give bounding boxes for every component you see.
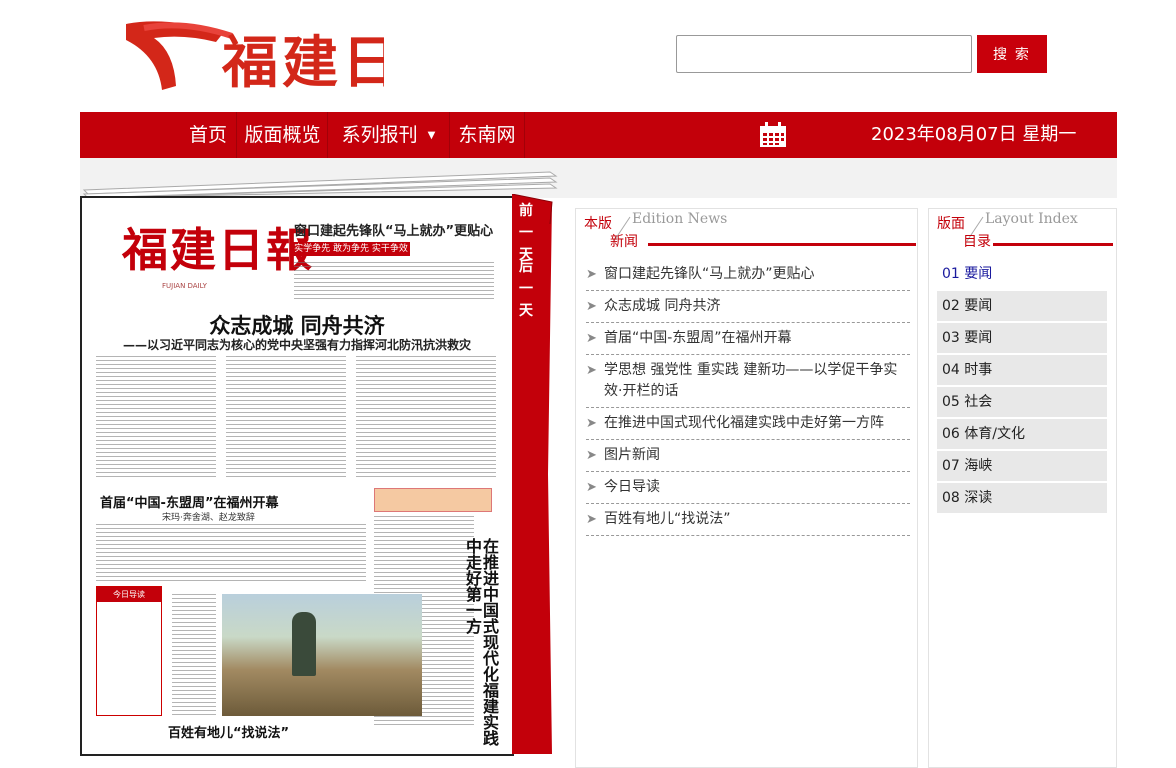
arrow-icon: ➤ <box>586 416 597 431</box>
edition-news-panel: 本版 Edition News 新闻 ➤ 窗口建起先锋队“马上就办”更贴心 ➤ 众志… <box>575 208 918 768</box>
paper-column-banner[interactable] <box>374 488 492 512</box>
page-index-item[interactable]: 06 体育/文化 <box>937 419 1107 449</box>
paper-asean-subheadline: 宋玛·奔舍湖、赵龙致辞 <box>162 513 255 523</box>
arrow-icon: ➤ <box>586 363 597 378</box>
page-index-item[interactable]: 04 时事 <box>937 355 1107 385</box>
paper-stack-decoration <box>82 171 558 198</box>
nav-layout-overview[interactable]: 版面概览 <box>238 112 328 158</box>
arrow-icon: ➤ <box>586 512 597 527</box>
edition-news-title-2: 新闻 <box>610 234 638 250</box>
paper-guide-column[interactable]: 今日导读 <box>96 586 162 716</box>
arrow-icon: ➤ <box>586 267 597 282</box>
page-index-item[interactable]: 02 要闻 <box>937 291 1107 321</box>
news-item[interactable]: ➤ 百姓有地儿“找说法” <box>586 504 910 536</box>
news-item[interactable]: ➤ 窗口建起先锋队“马上就办”更贴心 <box>586 259 910 291</box>
page-index-item[interactable]: 07 海峡 <box>937 451 1107 481</box>
search-button[interactable]: 搜 索 <box>977 35 1047 73</box>
news-item-title[interactable]: 首届“中国-东盟周”在福州开幕 <box>604 330 792 346</box>
news-item-title[interactable]: 在推进中国式现代化福建实践中走好第一方阵 <box>604 415 884 431</box>
news-item-title[interactable]: 今日导读 <box>604 479 660 495</box>
layout-index-title-2: 目录 <box>963 234 991 250</box>
paper-masthead: 福建日報 <box>122 223 314 277</box>
arrow-icon: ➤ <box>586 480 597 495</box>
page-index-item[interactable]: 03 要闻 <box>937 323 1107 353</box>
paper-guide-tag: 今日导读 <box>97 587 161 602</box>
news-item-title[interactable]: 学思想 强党性 重实践 建新功——以学促干争实效·开栏的话 <box>604 362 897 399</box>
page-index-item[interactable]: 08 深读 <box>937 483 1107 513</box>
news-item[interactable]: ➤ 图片新闻 <box>586 440 910 472</box>
nav-home[interactable]: 首页 <box>180 112 237 158</box>
fujian-daily-logo[interactable]: 福建日報 <box>124 12 384 94</box>
header-rule <box>648 243 916 246</box>
header-rule <box>993 243 1113 246</box>
layout-index-panel: 版面 Layout Index 目录 01 要闻 02 要闻 03 要闻 04 … <box>928 208 1117 768</box>
text-block <box>96 356 216 480</box>
next-day-link[interactable]: 后一天 <box>516 256 536 322</box>
edition-news-title-en: Edition News <box>632 211 728 227</box>
page-index-list: 01 要闻 02 要闻 03 要闻 04 时事 05 社会 06 体育/文化 0… <box>937 259 1107 515</box>
layout-index-title-en: Layout Index <box>985 211 1078 227</box>
nav-dongnan-net[interactable]: 东南网 <box>450 112 525 158</box>
arrow-icon: ➤ <box>586 448 597 463</box>
paper-bottom-headline[interactable]: 百姓有地儿“找说法” <box>168 722 289 741</box>
arrow-icon: ➤ <box>586 331 597 346</box>
news-item-title[interactable]: 图片新闻 <box>604 447 660 463</box>
nav-series-label: 系列报刊 <box>341 124 418 146</box>
paper-main-subheadline: ——以习近平同志为核心的党中央坚强有力指挥河北防汛抗洪救灾 <box>122 338 471 352</box>
edition-news-title-1: 本版 <box>584 216 612 232</box>
paper-vertical-headline[interactable]: 在推进中国式现代化福建实践中走好第一方 <box>463 538 499 754</box>
edition-news-header: 本版 Edition News 新闻 <box>584 211 916 250</box>
paper-asean-headline[interactable]: 首届“中国-东盟周”在福州开幕 <box>100 492 278 511</box>
paper-strip: 实学争先 敢为争先 实干争效 <box>292 242 410 256</box>
search-input[interactable] <box>676 35 972 73</box>
news-item[interactable]: ➤ 在推进中国式现代化福建实践中走好第一方阵 <box>586 408 910 440</box>
arrow-icon: ➤ <box>586 299 597 314</box>
layout-index-title-1: 版面 <box>937 216 965 232</box>
nav-series-publications[interactable]: 系列报刊 ▼ <box>328 112 450 158</box>
paper-news-photo[interactable] <box>222 594 422 716</box>
news-item-title[interactable]: 窗口建起先锋队“马上就办”更贴心 <box>604 266 815 282</box>
layout-index-header: 版面 Layout Index 目录 <box>937 211 1113 250</box>
news-item[interactable]: ➤ 今日导读 <box>586 472 910 504</box>
site-header: 福建日報 搜 索 <box>0 0 1176 112</box>
news-item[interactable]: ➤ 众志成城 同舟共济 <box>586 291 910 323</box>
main-nav: 首页 版面概览 系列报刊 ▼ 东南网 2023年08月07日 星期一 <box>80 112 1117 158</box>
news-item[interactable]: ➤ 学思想 强党性 重实践 建新功——以学促干争实效·开栏的话 <box>586 355 910 408</box>
news-item-title[interactable]: 百姓有地儿“找说法” <box>604 511 731 527</box>
paper-masthead-en: FUJIAN DAILY <box>162 282 207 290</box>
photo-person <box>292 612 316 676</box>
news-item-title[interactable]: 众志成城 同舟共济 <box>604 298 720 314</box>
page-index-item[interactable]: 05 社会 <box>937 387 1107 417</box>
current-date: 2023年08月07日 星期一 <box>871 124 1077 145</box>
text-block <box>356 356 496 480</box>
news-item[interactable]: ➤ 首届“中国-东盟周”在福州开幕 <box>586 323 910 355</box>
text-block <box>172 594 216 716</box>
chevron-down-icon: ▼ <box>427 129 436 141</box>
paper-top-headline[interactable]: 窗口建起先锋队“马上就办”更贴心 <box>294 220 493 239</box>
calendar-icon[interactable] <box>759 122 787 148</box>
svg-text:福建日報: 福建日報 <box>221 30 384 94</box>
page-index-item[interactable]: 01 要闻 <box>937 259 1107 289</box>
newspaper-page-thumbnail[interactable]: 福建日報 FUJIAN DAILY 窗口建起先锋队“马上就办”更贴心 实学争先 … <box>80 196 514 756</box>
text-block <box>226 356 346 480</box>
news-list: ➤ 窗口建起先锋队“马上就办”更贴心 ➤ 众志成城 同舟共济 ➤ 首届“中国-东盟周”… <box>586 259 910 536</box>
text-block <box>96 524 366 584</box>
text-block <box>294 262 494 302</box>
